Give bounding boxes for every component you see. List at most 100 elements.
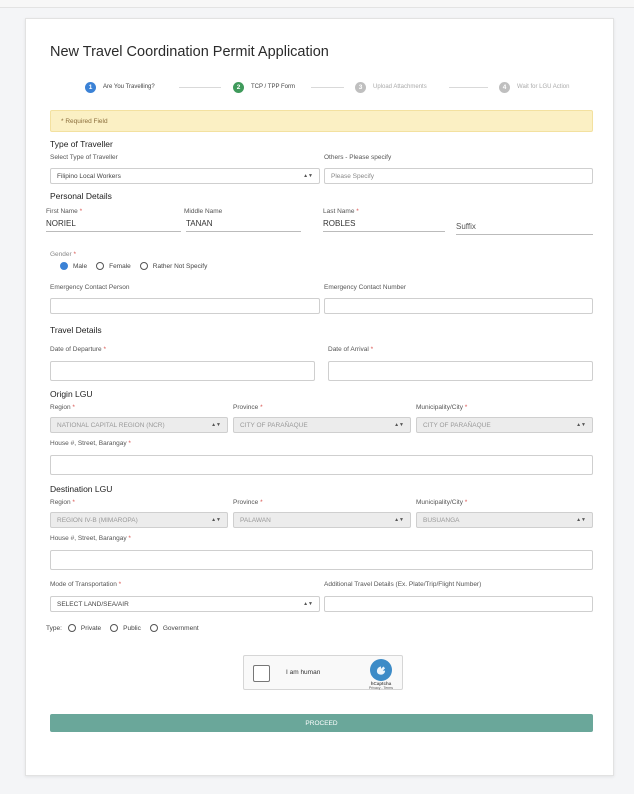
step-4: 4 Wait for LGU Action [499,81,569,93]
gender-radio-group: Male Female Rather Not Specify [60,262,216,270]
destination-address-label: House #, Street, Barangay * [50,535,131,542]
destination-city-value: BUSUANGA [423,516,460,524]
gender-female-label: Female [109,262,131,270]
emergency-person-input[interactable] [50,298,320,314]
destination-region-select[interactable]: REGION IV-B (MIMAROPA) ▲▼ [50,512,228,528]
captcha-checkbox[interactable] [253,665,270,682]
gender-female-radio[interactable] [96,262,105,270]
gender-unspecified-radio[interactable] [139,262,148,270]
captcha-brand: hCaptcha Privacy - Terms [363,681,399,690]
destination-province-label: Province * [233,499,263,506]
first-name-label: First Name * [46,208,83,215]
transport-mode-select[interactable]: SELECT LAND/SEA/AIR ▲▼ [50,596,320,612]
last-name-value: ROBLES [323,219,356,228]
captcha-label: I am human [286,669,321,676]
step-2: 2 TCP / TPP Form [233,81,295,93]
origin-region-value: NATIONAL CAPITAL REGION (NCR) [57,421,165,429]
step-connector-line [311,87,344,88]
transport-type-label: Type: [46,624,62,632]
suffix-input[interactable]: Suffix [456,222,593,235]
destination-address-input[interactable] [50,550,593,570]
type-government-radio[interactable] [149,624,158,632]
captcha-links[interactable]: Privacy - Terms [363,686,399,690]
emergency-person-label: Emergency Contact Person [50,284,130,291]
emergency-number-label: Emergency Contact Number [324,284,407,291]
middle-name-label: Middle Name [184,208,223,215]
step-connector-line [179,87,221,88]
select-caret-icon: ▲▼ [576,422,586,428]
origin-province-select[interactable]: CITY OF PARAÑAQUE ▲▼ [233,417,411,433]
step-number-badge: 2 [233,81,244,93]
arrival-date-input[interactable] [328,361,593,381]
personal-details-heading: Personal Details [50,191,112,201]
transport-mode-label: Mode of Transportation * [50,581,122,588]
origin-city-value: CITY OF PARAÑAQUE [423,421,491,429]
middle-name-input[interactable]: TANAN [186,219,301,232]
select-caret-icon: ▲▼ [394,422,404,428]
destination-region-value: REGION IV-B (MIMAROPA) [57,516,138,524]
captcha-widget: I am human hCaptcha Privacy - Terms [243,655,403,690]
type-public-label: Public [123,624,141,632]
origin-lgu-heading: Origin LGU [50,389,93,399]
traveller-type-value: Filipino Local Workers [57,172,121,180]
transport-type-radio-group: Type: Private Public Government [46,624,208,632]
destination-lgu-heading: Destination LGU [50,484,113,494]
origin-province-label: Province * [233,404,263,411]
traveller-type-label: Select Type of Traveller [50,154,118,161]
first-name-input[interactable]: NORIEL [46,219,181,232]
last-name-input[interactable]: ROBLES [323,219,445,232]
step-3: 3 Upload Attachments [355,81,427,93]
step-label: TCP / TPP Form [251,84,296,90]
select-caret-icon: ▲▼ [394,517,404,523]
type-private-label: Private [80,624,102,632]
destination-city-label: Municipality/City * [416,499,468,506]
others-specify-placeholder: Please Specify [331,172,374,180]
step-label: Are You Travelling? [103,84,155,90]
gender-label: Gender * [50,251,77,258]
origin-province-value: CITY OF PARAÑAQUE [240,421,308,429]
type-of-traveller-heading: Type of Traveller [50,139,113,149]
select-caret-icon: ▲▼ [211,422,221,428]
travel-details-heading: Travel Details [50,325,102,335]
origin-address-label: House #, Street, Barangay * [50,440,131,447]
application-card: New Travel Coordination Permit Applicati… [25,18,614,776]
additional-details-input[interactable] [324,596,593,612]
gender-male-label: Male [73,262,88,270]
destination-city-select[interactable]: BUSUANGA ▲▼ [416,512,593,528]
origin-region-select[interactable]: NATIONAL CAPITAL REGION (NCR) ▲▼ [50,417,228,433]
step-label: Wait for LGU Action [517,84,570,90]
step-connector-line [449,87,488,88]
step-1: 1 Are You Travelling? [85,81,155,93]
proceed-button[interactable]: PROCEED [50,714,593,732]
type-government-label: Government [162,624,199,632]
destination-region-label: Region * [50,499,75,506]
destination-province-value: PALAWAN [240,516,271,524]
select-caret-icon: ▲▼ [576,517,586,523]
type-public-radio[interactable] [110,624,119,632]
origin-city-label: Municipality/City * [416,404,468,411]
step-number-badge: 3 [355,81,366,93]
page-title: New Travel Coordination Permit Applicati… [50,44,329,60]
emergency-number-input[interactable] [324,298,593,314]
first-name-value: NORIEL [46,219,76,228]
type-private-radio[interactable] [67,624,76,632]
destination-province-select[interactable]: PALAWAN ▲▼ [233,512,411,528]
step-number-badge: 4 [499,81,510,93]
departure-date-input[interactable] [50,361,315,381]
others-specify-label: Others - Please specify [324,154,392,161]
gender-male-radio[interactable] [60,262,68,270]
select-caret-icon: ▲▼ [211,517,221,523]
traveller-type-select[interactable]: Filipino Local Workers ▲▼ [50,168,320,184]
origin-city-select[interactable]: CITY OF PARAÑAQUE ▲▼ [416,417,593,433]
middle-name-value: TANAN [186,219,213,228]
others-specify-input[interactable]: Please Specify [324,168,593,184]
transport-mode-value: SELECT LAND/SEA/AIR [57,600,129,608]
step-number-badge: 1 [85,81,96,93]
select-caret-icon: ▲▼ [303,601,313,607]
last-name-label: Last Name * [323,208,359,215]
origin-address-input[interactable] [50,455,593,475]
arrival-label: Date of Arrival * [328,346,374,353]
gender-unspecified-label: Rather Not Specify [152,262,208,270]
select-caret-icon: ▲▼ [303,173,313,179]
suffix-placeholder: Suffix [456,222,476,231]
